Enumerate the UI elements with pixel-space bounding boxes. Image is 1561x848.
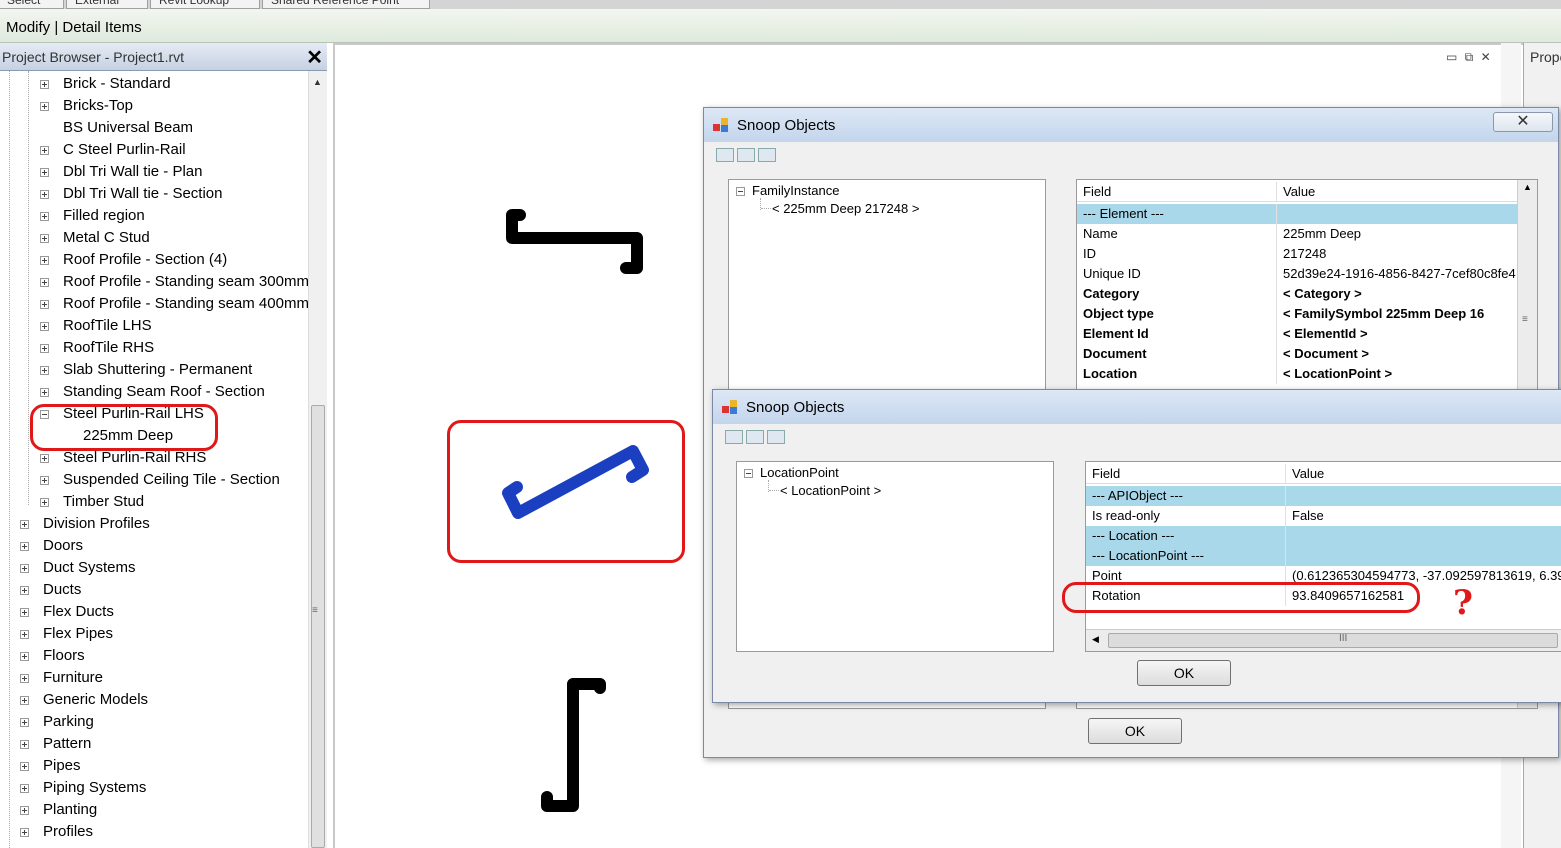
value-column-header[interactable]: Value [1286,464,1324,484]
value-cell: False [1292,508,1324,523]
grid-row[interactable]: ID 217248 [1077,244,1517,264]
field-cell: --- LocationPoint --- [1086,546,1286,566]
highlight-family-type [30,404,218,451]
tree-root-item[interactable]: FamilyInstance [752,183,839,198]
grid-row[interactable]: Document < Document > [1077,344,1517,364]
grid-row[interactable]: Element Id < ElementId > [1077,324,1517,344]
snoop-app-icon [713,118,728,132]
object-tree: LocationPoint < LocationPoint > [736,461,1054,652]
close-button[interactable]: ✕ [1493,112,1553,132]
snoop-app-icon [722,400,737,414]
value-cell: < FamilySymbol 225mm Deep 16 [1283,306,1485,321]
grid-row[interactable]: --- Location --- [1086,526,1561,546]
grid-header: Field Value [1086,464,1561,484]
value-cell [1277,204,1283,224]
field-cell: Object type [1077,304,1277,324]
purlin-symbol-bottom[interactable] [541,678,606,812]
dialog-title: Snoop Objects [737,117,836,134]
field-cell: Unique ID [1077,264,1277,284]
highlight-rotation-row [1062,582,1420,613]
grid-row[interactable]: Object type < FamilySymbol 225mm Deep 16 [1077,304,1517,324]
property-grid: Field Value --- APIObject --- Is read-onl… [1085,461,1561,652]
grid-row[interactable]: --- LocationPoint --- [1086,546,1561,566]
grid-row[interactable]: Unique ID 52d39e24-1916-4856-8427-7cef80c… [1077,264,1517,284]
grid-row[interactable]: Location < LocationPoint > [1077,364,1517,384]
dialog-toolbar [725,430,788,450]
field-cell: ID [1077,244,1277,264]
snoop-select-icon[interactable] [716,148,734,162]
collapse-icon[interactable] [744,469,753,478]
grid-row[interactable]: Is read-only False [1086,506,1561,526]
grid-row[interactable]: Name 225mm Deep [1077,224,1517,244]
field-cell: --- Element --- [1077,204,1277,224]
snoop-copy-icon[interactable] [758,148,776,162]
dialog-titlebar: Snoop Objects ✕ [704,108,1558,142]
revit-window: Select External Revit Lookup Shared Refe… [0,0,1561,848]
scroll-up-icon[interactable]: ▲ [1523,182,1532,192]
field-cell: Name [1077,224,1277,244]
snoop-objects-dialog-2: Snoop Objects LocationPoint < LocationPo… [712,389,1561,703]
question-mark-annotation: ? [1453,583,1473,623]
dialog-titlebar: Snoop Objects [713,390,1561,424]
dialog-body: LocationPoint < LocationPoint > Field Va… [719,424,1561,696]
value-cell: < Document > [1283,346,1369,361]
tree-guide [761,208,771,209]
tree-child-item[interactable]: < 225mm Deep 217248 > [772,201,919,216]
value-cell [1286,526,1292,546]
grid-row[interactable]: Category < Category > [1077,284,1517,304]
grid-horizontal-scrollbar[interactable]: ◀ III [1086,629,1561,651]
value-column-header[interactable]: Value [1277,182,1315,202]
value-cell [1286,546,1292,566]
snoop-search-icon[interactable] [746,430,764,444]
grid-header: Field Value [1077,182,1517,202]
close-icon: ✕ [1516,113,1530,130]
value-cell: < ElementId > [1283,326,1368,341]
highlight-selected-shape [447,420,685,563]
snoop-select-icon[interactable] [725,430,743,444]
scroll-grip-icon: ≡ [1522,314,1528,325]
purlin-symbol-top[interactable] [506,209,643,274]
value-cell: 217248 [1283,246,1327,261]
value-cell: 225mm Deep [1283,226,1362,241]
field-column-header[interactable]: Field [1086,464,1286,484]
snoop-copy-icon[interactable] [767,430,785,444]
value-cell: 52d39e24-1916-4856-8427-7cef80c8fe4 [1283,266,1516,281]
field-cell: Location [1077,364,1277,384]
value-cell: < Category > [1283,286,1362,301]
field-column-header[interactable]: Field [1077,182,1277,202]
field-cell: Document [1077,344,1277,364]
ok-button[interactable]: OK [1088,718,1182,744]
field-cell: --- APIObject --- [1086,486,1286,506]
dialog-toolbar [716,148,779,168]
field-cell: --- Location --- [1086,526,1286,546]
tree-guide [769,490,779,491]
ok-button[interactable]: OK [1137,660,1231,686]
grid-row[interactable]: --- Element --- [1077,204,1517,224]
snoop-search-icon[interactable] [737,148,755,162]
field-cell: Category [1077,284,1277,304]
field-cell: Is read-only [1086,506,1286,526]
tree-root-item[interactable]: LocationPoint [760,465,839,480]
field-cell: Element Id [1077,324,1277,344]
tree-child-item[interactable]: < LocationPoint > [780,483,881,498]
value-cell [1286,486,1292,506]
dialog-title: Snoop Objects [746,399,845,416]
value-cell: < LocationPoint > [1283,366,1393,381]
scroll-left-icon[interactable]: ◀ [1092,634,1099,645]
scroll-grip-icon: III [1339,633,1348,644]
collapse-icon[interactable] [736,187,745,196]
grid-row[interactable]: --- APIObject --- [1086,486,1561,506]
scroll-thumb[interactable]: III [1108,633,1558,648]
